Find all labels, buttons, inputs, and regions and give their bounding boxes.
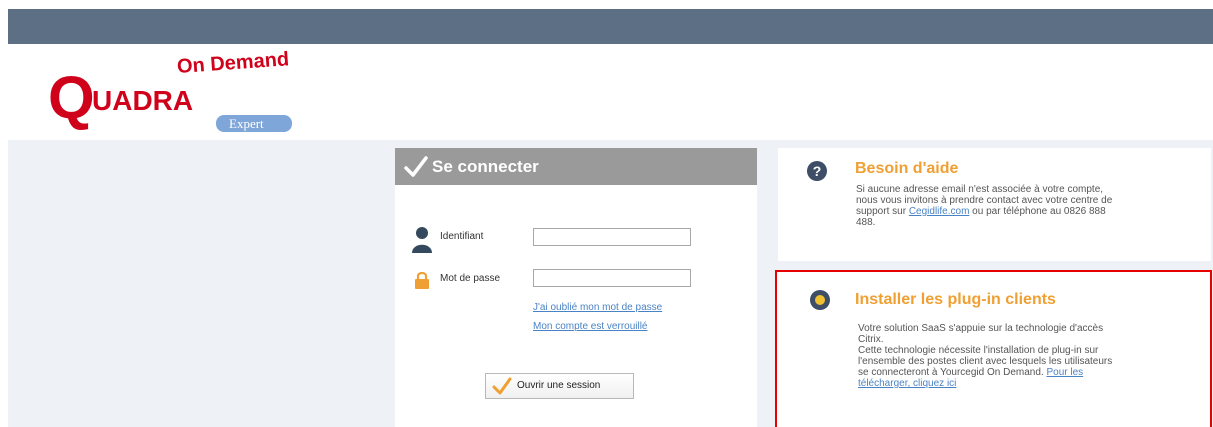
plugin-line: télécharger, cliquez ici: [858, 378, 1188, 389]
help-title: Besoin d'aide: [855, 160, 959, 177]
lock-icon: [415, 271, 429, 289]
help-line: nous vous invitons à prendre contact ave…: [856, 195, 1113, 206]
top-banner: [8, 9, 1213, 44]
plugin-text: Votre solution SaaS s'appuie sur la tech…: [858, 323, 1188, 389]
user-icon: [412, 227, 432, 253]
plugin-line: Citrix.: [858, 334, 884, 345]
logo-brand-text: UADRA: [92, 85, 193, 116]
help-line: support sur Cegidlife.com ou par télépho…: [856, 206, 1186, 217]
logo-initial: Q: [48, 64, 95, 131]
login-title: Se connecter: [432, 157, 539, 176]
plugin-title: Installer les plug-in clients: [855, 291, 1056, 308]
identifiant-label: Identifiant: [440, 231, 484, 242]
plugin-panel: Installer les plug-in clients Votre solu…: [775, 270, 1212, 427]
password-label: Mot de passe: [440, 273, 501, 284]
download-link[interactable]: Pour les: [1046, 367, 1083, 378]
quadra-logo: On Demand Q UADRA Expert: [48, 48, 292, 132]
plugin-icon: [810, 290, 830, 310]
page: On Demand Q UADRA Expert Se connecter Id…: [0, 0, 1213, 427]
header: On Demand Q UADRA Expert: [8, 44, 1213, 139]
logo-tagline: On Demand: [176, 48, 290, 78]
login-panel: Se connecter Identifiant Mot de passe J'…: [395, 148, 757, 427]
open-session-button[interactable]: Ouvrir une session: [485, 373, 634, 399]
password-input[interactable]: [533, 269, 691, 287]
question-icon: ?: [807, 161, 827, 181]
help-text: Si aucune adresse email n'est associée à…: [856, 184, 1186, 228]
plugin-line-text: se connecteront à Yourcegid On Demand.: [858, 367, 1044, 378]
help-line: Si aucune adresse email n'est associée à…: [856, 184, 1104, 195]
forgot-password-link[interactable]: J'ai oublié mon mot de passe: [533, 302, 662, 313]
download-link[interactable]: télécharger, cliquez ici: [858, 378, 956, 389]
help-line-text: support sur: [856, 206, 907, 217]
cegidlife-link[interactable]: Cegidlife.com: [909, 206, 970, 217]
login-header: Se connecter: [395, 148, 757, 185]
checkmark-icon: [404, 156, 428, 177]
plugin-line: Cette technologie nécessite l'installati…: [858, 345, 1099, 356]
locked-account-link[interactable]: Mon compte est verrouillé: [533, 321, 648, 332]
svg-text:?: ?: [813, 163, 822, 179]
plugin-line: Votre solution SaaS s'appuie sur la tech…: [858, 323, 1104, 334]
help-line-text: ou par téléphone au 0826 888: [969, 206, 1106, 217]
identifiant-input[interactable]: [533, 228, 691, 246]
help-line: 488.: [856, 217, 876, 228]
plugin-line: l'ensemble des postes client avec lesque…: [858, 356, 1113, 367]
open-session-label: Ouvrir une session: [517, 380, 601, 391]
help-panel: ? Besoin d'aide Si aucune adresse email …: [778, 148, 1211, 261]
logo-edition: Expert: [229, 116, 264, 131]
checkmark-icon: [492, 377, 512, 395]
plugin-line: se connecteront à Yourcegid On Demand. P…: [858, 367, 1188, 378]
